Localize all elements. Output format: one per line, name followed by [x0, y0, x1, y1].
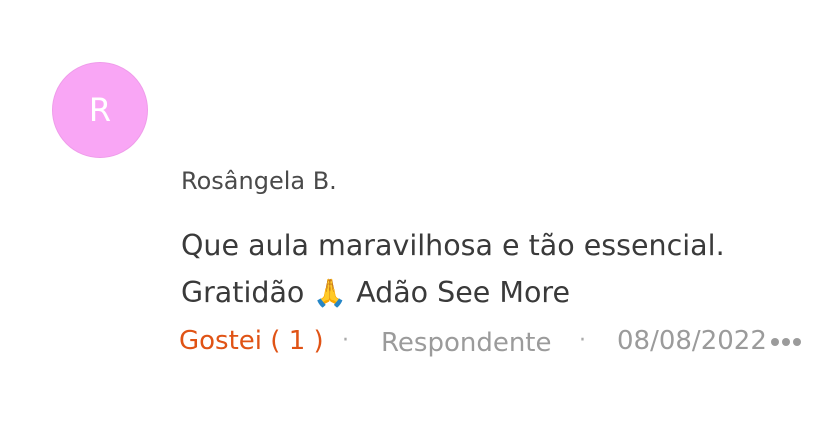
comment-text-part2: Adão: [347, 276, 438, 309]
folded-hands-icon: 🙏: [313, 278, 348, 309]
more-options-icon[interactable]: [771, 330, 801, 354]
see-more-link[interactable]: See More: [437, 276, 570, 309]
avatar-initial: R: [88, 91, 112, 129]
comment-date: 08/08/2022: [617, 326, 767, 356]
more-dot: [771, 338, 779, 346]
avatar[interactable]: R: [52, 62, 148, 158]
more-dot: [793, 338, 801, 346]
separator-dot: ·: [342, 328, 349, 353]
like-button[interactable]: Gostei ( 1 ): [179, 326, 324, 356]
separator-dot: ·: [579, 328, 586, 353]
comment-card: R Rosângela B. Que aula maravilhosa e tã…: [0, 0, 828, 422]
more-dot: [782, 338, 790, 346]
reply-button[interactable]: Respondente: [381, 328, 552, 358]
comment-author[interactable]: Rosângela B.: [181, 167, 337, 195]
comment-actions: Gostei ( 1 ) · Respondente · 08/08/2022: [179, 326, 819, 362]
comment-body: Que aula maravilhosa e tão essencial. Gr…: [181, 222, 801, 317]
